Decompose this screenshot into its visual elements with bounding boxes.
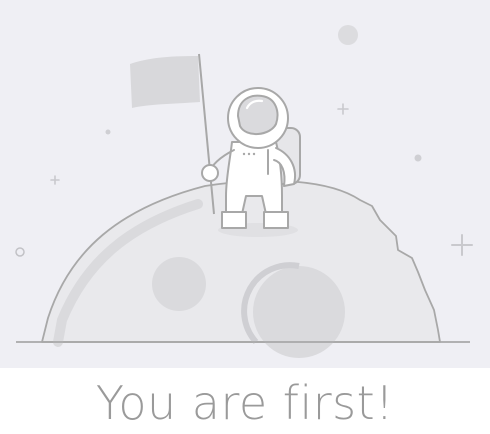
empty-state: You are first!	[0, 0, 490, 434]
star-ring-icon	[15, 247, 25, 257]
star-dot-icon	[338, 25, 358, 45]
star-dot-icon	[414, 154, 422, 162]
empty-state-message: You are first!	[95, 376, 395, 430]
astronaut-on-moon-icon	[0, 0, 490, 368]
sparkle-icon	[50, 175, 60, 185]
sparkle-icon	[337, 103, 349, 115]
sparkle-icon	[451, 234, 473, 256]
star-dot-icon	[105, 129, 111, 135]
